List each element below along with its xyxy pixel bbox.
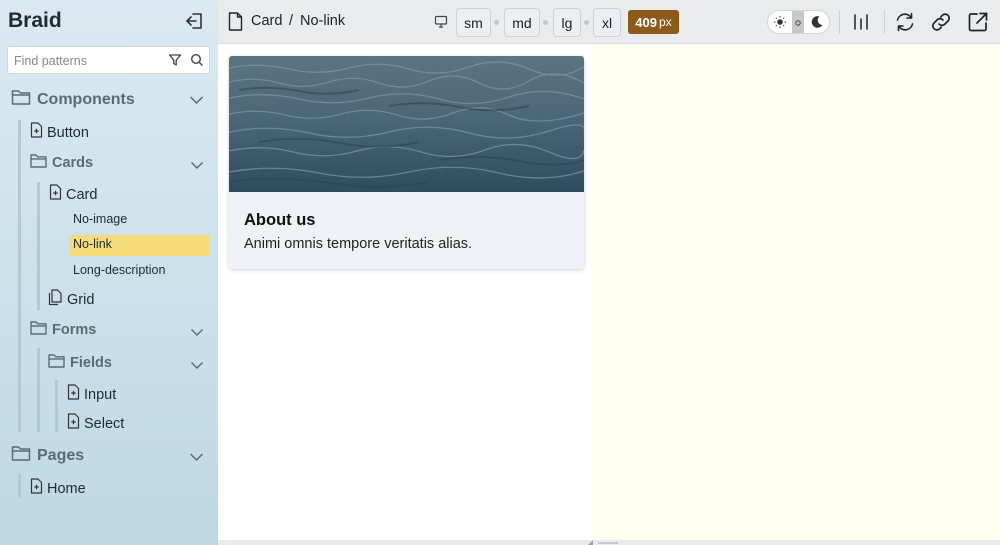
folder-icon [30, 320, 47, 340]
filter-icon[interactable] [168, 53, 182, 72]
tree-guide-line [37, 348, 40, 432]
card-title: About us [244, 211, 316, 229]
brand-logo: Braid [8, 9, 62, 32]
breakpoint-divider [494, 20, 499, 25]
breakpoint-xl-button[interactable]: xl [593, 8, 621, 37]
breakpoint-lg-button[interactable]: lg [553, 8, 581, 37]
sidebar-group-components[interactable]: Components [11, 88, 135, 111]
card-description: Animi omnis tempore veritatis alias. [244, 236, 473, 252]
sidebar-group-pages[interactable]: Pages [11, 444, 84, 467]
story-label: Long-description [73, 263, 166, 277]
file-icon [228, 12, 243, 36]
preview-canvas: About us Animi omnis tempore veritatis a… [218, 45, 1000, 545]
search-field[interactable]: Find patterns [7, 46, 210, 74]
files-icon [48, 289, 63, 311]
sidebar-item-label: Card [66, 186, 98, 203]
chevron-down-icon[interactable] [189, 449, 204, 467]
sidebar-group-label: Pages [37, 446, 85, 464]
chevron-down-icon[interactable] [190, 357, 204, 375]
viewport-width-value: 409 [635, 14, 657, 30]
resize-handle-icon[interactable] [588, 532, 593, 545]
theme-toggle[interactable] [767, 10, 830, 34]
search-input[interactable]: Find patterns [14, 54, 87, 68]
file-icon [30, 122, 43, 143]
tree-guide-line [37, 182, 40, 310]
sun-icon[interactable] [773, 15, 787, 33]
sidebar-group-label: Components [37, 90, 135, 108]
sidebar-item-label: Select [84, 415, 125, 432]
sidebar: Braid Find patterns Components Button Ca… [0, 0, 218, 545]
chevron-down-icon[interactable] [190, 157, 204, 175]
collapse-sidebar-icon[interactable] [184, 10, 206, 32]
file-icon [30, 478, 43, 499]
sidebar-item-home[interactable]: Home [30, 478, 86, 499]
toolbar-divider [884, 10, 885, 34]
story-label: No-image [73, 212, 128, 226]
sidebar-item-grid[interactable]: Grid [48, 289, 94, 311]
folder-icon [48, 353, 65, 373]
sidebar-item-button[interactable]: Button [30, 122, 89, 143]
sidebar-item-input[interactable]: Input [67, 384, 116, 405]
chevron-down-icon[interactable] [189, 92, 204, 110]
tree-guide-line [18, 474, 21, 498]
tree-guide-line [55, 380, 58, 432]
monitor-icon[interactable] [434, 15, 448, 33]
sidebar-item-fields[interactable]: Fields [48, 353, 112, 373]
story-label: No-link [73, 237, 112, 251]
link-icon[interactable] [929, 10, 953, 34]
folder-icon [30, 153, 47, 173]
file-icon [49, 184, 62, 205]
sidebar-item-label: Forms [52, 322, 97, 338]
file-icon [67, 413, 80, 434]
breakpoint-divider [543, 20, 548, 25]
file-icon [67, 384, 80, 405]
sidebar-item-forms[interactable]: Forms [30, 320, 96, 340]
breadcrumb-separator: / [289, 13, 294, 29]
card: About us Animi omnis tempore veritatis a… [229, 56, 584, 269]
tree-guide-line [18, 120, 21, 432]
chevron-down-icon[interactable] [190, 324, 204, 342]
breakpoint-divider [584, 20, 589, 25]
card-image-sea [229, 56, 584, 192]
toolbar-divider [839, 10, 840, 34]
search-icon[interactable] [190, 53, 204, 72]
sidebar-item-label: Home [47, 480, 86, 497]
moon-icon[interactable] [810, 15, 824, 33]
resize-grip[interactable] [598, 542, 618, 544]
sidebar-item-label: Grid [67, 292, 95, 308]
toolbar: Card / No-link sm md lg xl 409 px [218, 0, 1000, 44]
sidebar-item-card[interactable]: Card [49, 184, 97, 205]
system-theme-option[interactable] [792, 11, 804, 33]
sidebar-story-long-description[interactable]: Long-description [73, 263, 165, 277]
sidebar-item-label: Fields [70, 355, 112, 371]
preview-frame: About us Animi omnis tempore veritatis a… [218, 45, 592, 540]
sidebar-item-label: Input [84, 386, 117, 403]
breadcrumb-component[interactable]: Card [251, 13, 282, 29]
folder-icon [11, 444, 31, 467]
sidebar-item-select[interactable]: Select [67, 413, 124, 434]
breakpoint-sm-button[interactable]: sm [456, 8, 491, 37]
rulers-icon[interactable] [849, 10, 873, 34]
sidebar-story-no-link[interactable]: No-link [73, 237, 112, 251]
folder-icon [11, 88, 31, 111]
sidebar-item-label: Button [47, 124, 89, 141]
refresh-icon[interactable] [893, 10, 917, 34]
sidebar-item-cards[interactable]: Cards [30, 153, 93, 173]
sidebar-story-no-image[interactable]: No-image [73, 212, 127, 226]
viewport-width-badge[interactable]: 409 px [628, 10, 679, 34]
viewport-width-unit: px [659, 15, 672, 29]
sidebar-item-label: Cards [52, 155, 94, 171]
open-external-icon[interactable] [966, 10, 990, 34]
breakpoint-md-button[interactable]: md [504, 8, 540, 37]
breadcrumb-story: No-link [300, 13, 346, 29]
